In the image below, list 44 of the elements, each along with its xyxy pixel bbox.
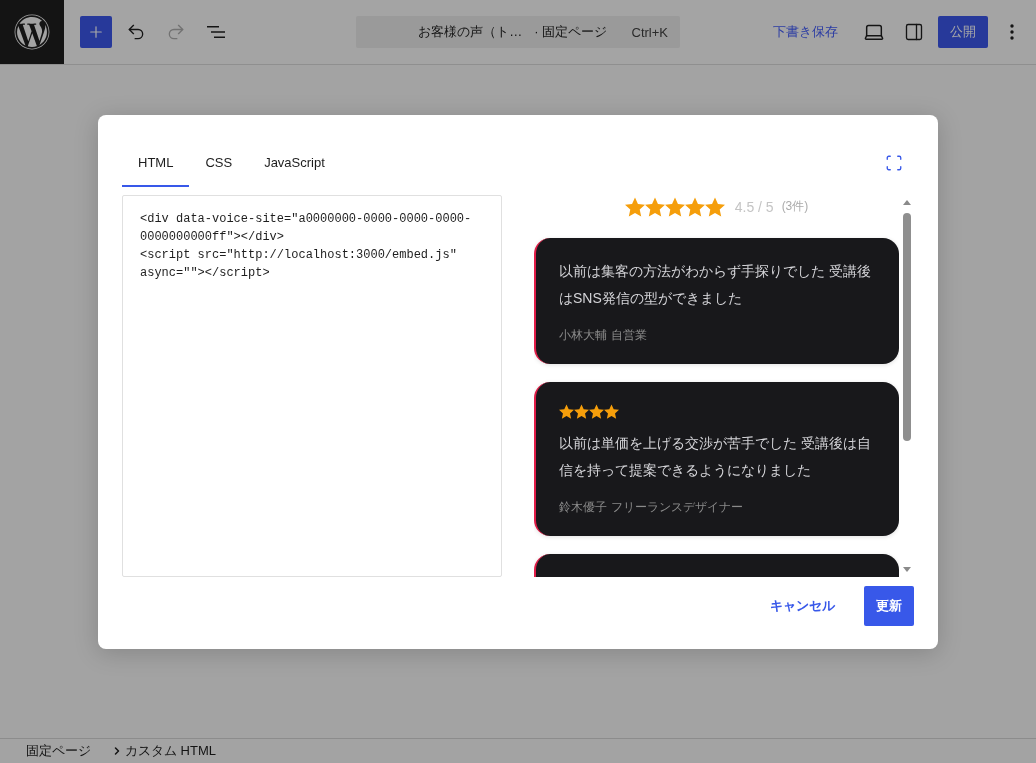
tab[interactable]: HTML (122, 138, 190, 187)
author-name: 鈴木優子 (559, 498, 607, 516)
more-icon (1010, 24, 1014, 40)
star-icon (589, 404, 604, 419)
logo-icon (14, 14, 50, 50)
undo-icon (126, 22, 146, 42)
add-block-button[interactable] (80, 16, 112, 48)
save-draft-button[interactable]: 下書き保存 (761, 16, 850, 48)
sidebar-icon (904, 22, 924, 42)
review-text: 以前は単価を上げる交渉が苦手でした 受講後は自信を持って提案できるようになりました (559, 433, 872, 480)
tab[interactable]: JavaScript (248, 138, 341, 187)
star-icon (644, 196, 665, 217)
update-button[interactable]: 更新 (864, 585, 914, 626)
shortcut-hint: Ctrl+K (631, 24, 668, 40)
scrollbar-thumb[interactable] (902, 212, 911, 441)
star-icon (704, 196, 725, 217)
star-icon (684, 196, 705, 217)
star-icon (664, 196, 685, 217)
caret-up-icon[interactable] (902, 199, 911, 205)
review-count: (3件) (781, 198, 809, 215)
command-bar[interactable]: お客様の声（ト… · 固定ページ Ctrl+K (356, 16, 680, 48)
review-text: 以前は集客の方法がわからず手探りでした 受講後はSNS発信の型ができました (559, 261, 872, 308)
author-role: フリーランスデザイナー (611, 498, 743, 516)
publish-button[interactable]: 公開 (938, 16, 988, 48)
document-type: · 固定ページ (534, 23, 608, 41)
code-editor[interactable]: <div data-voice-site="a0000000-0000-0000-0000- 0000000000ff"></div> <script src="http://localhost:3000/embed.js" async=""></script> (122, 194, 502, 577)
list-icon (207, 26, 225, 38)
star-icon (559, 404, 574, 419)
site-logo-button[interactable] (0, 0, 64, 64)
redo-icon (166, 22, 186, 42)
document-title: お客様の声（ト… (418, 23, 523, 41)
author-role: 自営業 (611, 326, 647, 344)
author-name: 小林大輔 (559, 326, 607, 344)
tab[interactable]: CSS (189, 138, 249, 187)
star-icon (604, 404, 619, 419)
fullscreen-icon (885, 153, 903, 172)
plus-icon (87, 23, 105, 41)
cancel-button[interactable]: キャンセル (758, 585, 847, 626)
breadcrumb-link[interactable]: カスタム HTML (125, 742, 216, 760)
star-icon (574, 404, 589, 419)
caret-down-icon[interactable] (902, 566, 911, 572)
breadcrumb-link[interactable]: 固定ページ (26, 742, 91, 760)
rating-score: 4.5 / 5 (734, 198, 774, 215)
star-icon (624, 196, 645, 217)
